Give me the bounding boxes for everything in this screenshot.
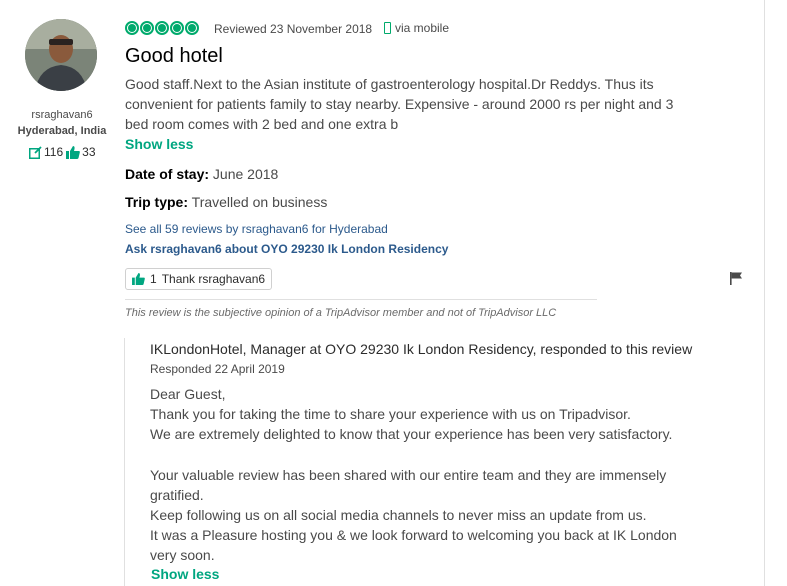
response-spacer xyxy=(150,445,690,465)
via-mobile: via mobile xyxy=(384,21,449,35)
review-count-stat: 116 xyxy=(29,145,63,159)
review-divider xyxy=(125,299,597,300)
rating-bubble-icon xyxy=(170,21,184,35)
helpful-count: 33 xyxy=(82,145,96,159)
review-count: 116 xyxy=(44,145,64,159)
review-disclaimer: This review is the subjective opinion of… xyxy=(125,307,557,319)
member-location: Hyderabad, India xyxy=(17,125,107,137)
trip-type-value: Travelled on business xyxy=(191,194,328,210)
mobile-phone-icon xyxy=(384,22,391,34)
bubble-rating xyxy=(125,21,199,35)
thank-label: Thank rsraghavan6 xyxy=(161,272,266,286)
date-of-stay-label: Date of stay: xyxy=(125,166,210,182)
avatar[interactable] xyxy=(25,19,97,91)
trip-type-label: Trip type: xyxy=(125,194,189,210)
review-text: Good staff.Next to the Asian institute o… xyxy=(125,76,674,132)
rating-bubble-icon xyxy=(185,21,199,35)
thumbs-up-icon xyxy=(132,273,145,285)
flag-icon[interactable] xyxy=(730,272,742,285)
response-show-less-link[interactable]: Show less xyxy=(151,566,219,582)
date-of-stay-value: June 2018 xyxy=(212,166,279,182)
response-line: It was a Pleasure hosting you & we look … xyxy=(150,527,677,564)
response-text: Dear Guest, Thank you for taking the tim… xyxy=(150,384,690,566)
review-show-less-link[interactable]: Show less xyxy=(125,136,193,152)
review-pencil-icon xyxy=(29,145,42,159)
date-of-stay: Date of stay: June 2018 xyxy=(125,166,278,182)
thank-count: 1 xyxy=(150,272,157,286)
avatar-photo xyxy=(25,19,97,91)
response-line: Thank you for taking the time to share y… xyxy=(150,406,631,423)
response-line: Dear Guest, xyxy=(150,386,226,402)
rating-bubble-icon xyxy=(140,21,154,35)
rating-bubble-icon xyxy=(125,21,139,35)
member-stats: 116 33 xyxy=(29,145,96,159)
thank-button[interactable]: 1 Thank rsraghavan6 xyxy=(125,268,273,290)
see-all-reviews-link[interactable]: See all 59 reviews by rsraghavan6 for Hy… xyxy=(125,222,388,236)
thumbs-up-icon xyxy=(66,145,80,159)
helpful-count-stat: 33 xyxy=(66,145,96,159)
review-title[interactable]: Good hotel xyxy=(125,45,223,68)
rating-bubble-icon xyxy=(155,21,169,35)
response-line: Your valuable review has been shared wit… xyxy=(150,466,667,503)
member-username[interactable]: rsraghavan6 xyxy=(0,109,124,121)
review-date: Reviewed 23 November 2018 xyxy=(214,22,373,36)
response-header: IKLondonHotel, Manager at OYO 29230 Ik L… xyxy=(150,341,693,357)
response-line: Keep following us on all social media ch… xyxy=(150,507,647,524)
right-divider xyxy=(764,0,765,586)
response-date: Responded 22 April 2019 xyxy=(150,362,285,376)
response-line: We are extremely delighted to know that … xyxy=(150,426,673,443)
trip-type: Trip type: Travelled on business xyxy=(125,194,327,210)
via-mobile-label: via mobile xyxy=(395,21,450,35)
response-left-border xyxy=(124,338,125,586)
ask-reviewer-link[interactable]: Ask rsraghavan6 about OYO 29230 Ik Londo… xyxy=(125,242,448,256)
